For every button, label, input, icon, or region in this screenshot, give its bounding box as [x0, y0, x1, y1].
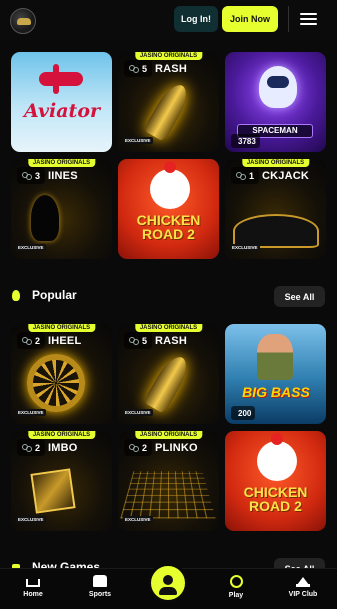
home-icon: [26, 579, 40, 587]
originals-badge: JASINO ORIGINALS: [134, 324, 203, 332]
players-icon: [22, 171, 32, 180]
nav-home-label: Home: [23, 591, 43, 598]
players-count: 3783: [231, 134, 260, 148]
fisherman-icon: [257, 334, 293, 380]
exclusive-tag: EXCLUSIVE: [230, 244, 260, 251]
players-count: 2: [124, 439, 153, 456]
nav-play[interactable]: Play: [206, 575, 266, 599]
players-icon: [22, 336, 32, 345]
players-count: 3: [17, 167, 46, 184]
game-title: CHICKEN ROAD 2: [136, 212, 201, 242]
login-button[interactable]: Log In!: [174, 6, 218, 32]
game-title: IINES: [48, 170, 78, 182]
nav-sports-label: Sports: [88, 591, 112, 598]
game-tile-crash[interactable]: JASINO ORIGINALS 5 RASH EXCLUSIVE: [118, 52, 219, 152]
chicken-icon: [150, 161, 190, 209]
originals-badge: JASINO ORIGINALS: [134, 431, 203, 439]
game-tile-blackjack[interactable]: JASINO ORIGINALS 1 CKJACK EXCLUSIVE: [225, 159, 326, 259]
plinko-board-icon: [120, 471, 216, 519]
rocket-icon: [143, 351, 193, 415]
crown-icon: [296, 575, 310, 587]
exclusive-tag: EXCLUSIVE: [123, 137, 153, 144]
add-user-button[interactable]: [148, 563, 188, 603]
originals-badge: JASINO ORIGINALS: [27, 431, 96, 439]
plane-icon: [39, 64, 83, 94]
section-title-popular: Popular: [32, 288, 77, 302]
players-icon: [129, 64, 139, 73]
players-count: 1: [231, 167, 260, 184]
game-title: CHICKEN ROAD 2: [243, 484, 308, 514]
players-count: 2: [17, 332, 46, 349]
mascot-icon: [31, 195, 59, 241]
game-title: RASH: [155, 335, 187, 347]
game-title: Aviator: [24, 100, 100, 122]
hamburger-menu-icon[interactable]: [300, 13, 317, 26]
game-tile-spaceman[interactable]: SPACEMAN 3783: [225, 52, 326, 152]
game-title: IHEEL: [48, 335, 82, 347]
players-count: 2: [17, 439, 46, 456]
see-all-popular-button[interactable]: See All: [274, 286, 325, 307]
nav-vip-label: VIP Club: [288, 591, 318, 598]
game-title: CKJACK: [262, 170, 310, 182]
players-icon: [22, 443, 32, 452]
exclusive-tag: EXCLUSIVE: [16, 244, 46, 251]
players-icon: [236, 171, 246, 180]
originals-badge: JASINO ORIGINALS: [27, 324, 96, 332]
game-title: IMBO: [48, 442, 78, 454]
exclusive-tag: EXCLUSIVE: [123, 409, 153, 416]
exclusive-tag: EXCLUSIVE: [123, 516, 153, 523]
game-tile-big-bass[interactable]: BIG BASS 200: [225, 324, 326, 424]
game-tile-wheel[interactable]: JASINO ORIGINALS 2 IHEEL EXCLUSIVE: [11, 324, 112, 424]
exclusive-tag: EXCLUSIVE: [16, 516, 46, 523]
crate-icon: [30, 468, 76, 514]
nav-vip-club[interactable]: VIP Club: [273, 575, 333, 598]
game-title: RASH: [155, 63, 187, 75]
flame-icon: [12, 290, 20, 301]
game-title: BIG BASS: [242, 384, 310, 400]
top-header: Log In! Join Now: [0, 0, 337, 40]
rocket-icon: [143, 79, 193, 143]
players-icon: [129, 443, 139, 452]
originals-badge: JASINO ORIGINALS: [27, 159, 96, 167]
exclusive-tag: EXCLUSIVE: [16, 409, 46, 416]
players-count: 5: [124, 60, 153, 77]
table-icon: [233, 214, 319, 248]
game-tile-crash[interactable]: JASINO ORIGINALS 5 RASH EXCLUSIVE: [118, 324, 219, 424]
brand-logo-icon[interactable]: [10, 8, 36, 34]
players-icon: [129, 336, 139, 345]
jersey-icon: [93, 575, 107, 587]
game-tile-aviator[interactable]: Aviator: [11, 52, 112, 152]
players-count: 5: [124, 332, 153, 349]
game-tile-chicken-road-2[interactable]: CHICKEN ROAD 2: [118, 159, 219, 259]
originals-badge: JASINO ORIGINALS: [241, 159, 310, 167]
game-tile-plinko[interactable]: JASINO ORIGINALS 2 PLINKO EXCLUSIVE: [118, 431, 219, 531]
game-title: PLINKO: [155, 442, 198, 454]
nav-home[interactable]: Home: [3, 575, 63, 598]
join-now-button[interactable]: Join Now: [222, 6, 278, 32]
header-divider: [288, 6, 289, 32]
game-tile-chicken-road-2[interactable]: CHICKEN ROAD 2: [225, 431, 326, 531]
nav-play-label: Play: [228, 592, 244, 599]
spaceman-icon: [259, 66, 297, 108]
game-tile-mines[interactable]: JASINO ORIGINALS 3 IINES EXCLUSIVE: [11, 159, 112, 259]
play-icon: [229, 575, 243, 588]
wheel-icon: [27, 354, 85, 412]
nav-sports[interactable]: Sports: [70, 575, 130, 598]
originals-badge: JASINO ORIGINALS: [134, 52, 203, 60]
players-count: 200: [231, 406, 256, 420]
game-tile-limbo[interactable]: JASINO ORIGINALS 2 IMBO EXCLUSIVE: [11, 431, 112, 531]
chicken-icon: [257, 433, 297, 481]
